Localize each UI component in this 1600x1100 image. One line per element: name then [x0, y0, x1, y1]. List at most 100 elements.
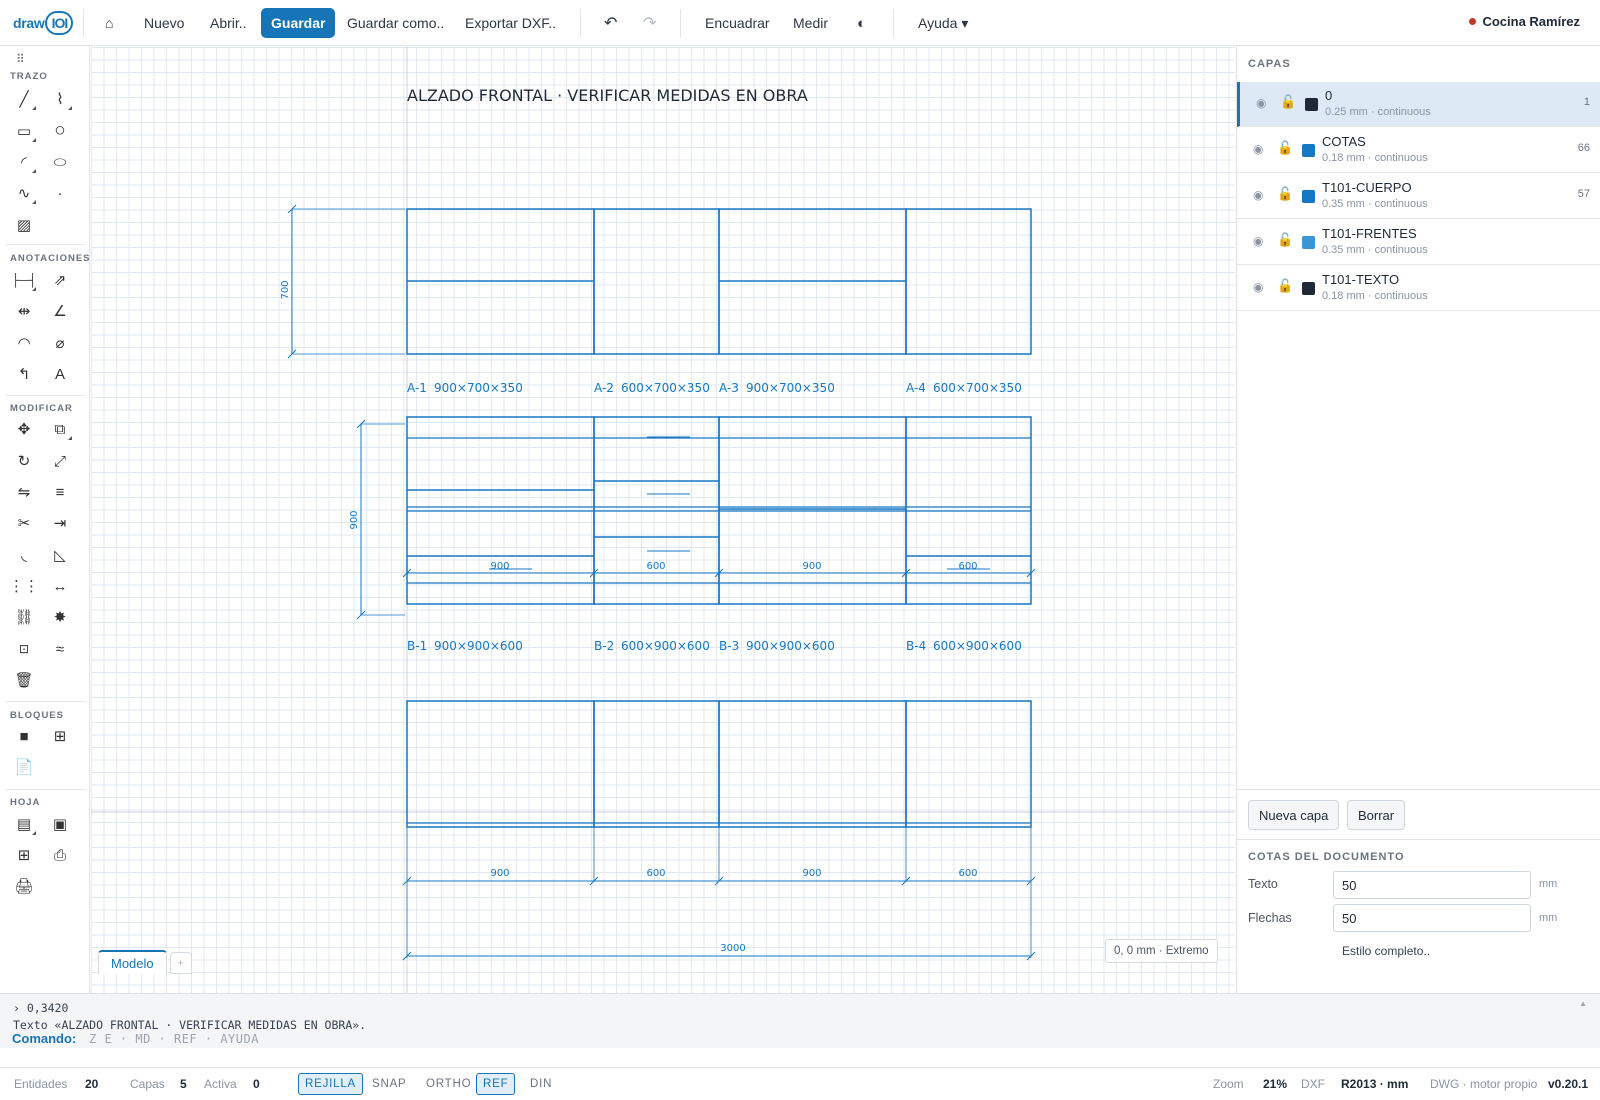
viewport-icon[interactable]: ▣ — [46, 811, 74, 837]
cad-drawing: ALZADO FRONTAL · VERIFICAR MEDIDAS EN OB… — [91, 47, 1235, 993]
lock-icon[interactable]: 🔓 — [1277, 140, 1293, 156]
leader-icon[interactable]: ↰ — [10, 361, 38, 387]
array-icon[interactable]: ⋮⋮ — [9, 573, 39, 599]
new-layer-button[interactable]: Nueva capa — [1248, 800, 1340, 830]
extend-icon[interactable]: ⇥ — [46, 510, 74, 536]
layer-color-swatch[interactable] — [1305, 98, 1318, 111]
toggle-rejilla[interactable]: REJILLA — [298, 1073, 363, 1095]
copy-icon[interactable]: ⧉ — [46, 416, 74, 442]
offset-icon[interactable]: ≡ — [46, 479, 74, 505]
visibility-eye-icon[interactable]: ◉ — [1253, 280, 1263, 294]
text-size-input[interactable] — [1333, 871, 1531, 899]
lock-icon[interactable]: 🔓 — [1277, 186, 1293, 202]
save-as-button[interactable]: Guardar como.. — [347, 8, 444, 38]
measure-button[interactable]: Medir — [793, 8, 828, 38]
join-icon[interactable]: ⛓ — [10, 604, 38, 630]
app-logo[interactable]: draw IOI — [13, 10, 74, 36]
layer-row[interactable]: ◉ 🔓 COTAS 0.18 mm · continuous 66 — [1237, 128, 1600, 173]
arc-tool-icon[interactable]: ◜ — [10, 149, 38, 175]
logo-word: draw — [13, 15, 45, 31]
circle-tool-icon[interactable]: ○ — [46, 118, 74, 144]
layer-row[interactable]: ◉ 🔓 0 0.25 mm · continuous 1 — [1237, 82, 1600, 127]
move-icon[interactable]: ✥ — [10, 416, 38, 442]
project-indicator[interactable]: Cocina Ramírez — [1469, 14, 1580, 29]
command-label: Comando: — [12, 1031, 77, 1046]
lock-icon[interactable]: 🔓 — [1277, 278, 1293, 294]
rotate-icon[interactable]: ↻ — [10, 448, 38, 474]
block-insert-icon[interactable]: ⊞ — [46, 723, 74, 749]
new-button[interactable]: Nuevo — [144, 8, 184, 38]
linear-dimension-icon[interactable]: ├─┤ — [10, 267, 38, 293]
contrast-icon[interactable]: ◐ — [857, 8, 866, 38]
block-library-icon[interactable]: 📄 — [10, 754, 38, 780]
add-layout-button[interactable]: + — [169, 952, 192, 974]
horizontal-dimension-icon[interactable]: ⇹ — [10, 298, 38, 324]
arrow-size-label: Flechas — [1248, 911, 1292, 925]
visibility-eye-icon[interactable]: ◉ — [1253, 142, 1263, 156]
arc-length-icon[interactable]: ◠ — [10, 330, 38, 356]
layer-row[interactable]: ◉ 🔓 T101-CUERPO 0.35 mm · continuous 57 — [1237, 174, 1600, 219]
export-dxf-button[interactable]: Exportar DXF.. — [465, 8, 556, 38]
tab-model[interactable]: Modelo — [98, 950, 167, 974]
explode-icon[interactable]: ✸ — [46, 604, 74, 630]
scale-icon[interactable]: ⤢ — [46, 448, 74, 474]
toggle-ref[interactable]: REF — [476, 1073, 516, 1095]
delete-layer-button[interactable]: Borrar — [1347, 800, 1406, 830]
layer-color-swatch[interactable] — [1302, 282, 1315, 295]
block-define-icon[interactable]: ■ — [10, 723, 38, 749]
lock-icon[interactable]: 🔓 — [1277, 232, 1293, 248]
fit-view-button[interactable]: Encuadrar — [705, 8, 770, 38]
rectangle-tool-icon[interactable]: ▭ — [10, 118, 38, 144]
stretch-icon[interactable]: ↔ — [46, 573, 74, 599]
spline-tool-icon[interactable]: ∿ — [10, 180, 38, 206]
angular-dimension-icon[interactable]: ∠ — [46, 298, 74, 324]
title-block-icon[interactable]: ⊞ — [10, 842, 38, 868]
trim-icon[interactable]: ✂ — [10, 510, 38, 536]
line-tool-icon[interactable]: ╱ — [10, 86, 38, 112]
hatch-tool-icon[interactable]: ▨ — [10, 212, 38, 238]
base-width-label: 600 — [958, 561, 977, 572]
layer-color-swatch[interactable] — [1302, 236, 1315, 249]
collapse-console-icon[interactable]: ▲ — [1579, 999, 1587, 1008]
drawing-canvas[interactable]: ALZADO FRONTAL · VERIFICAR MEDIDAS EN OB… — [91, 47, 1235, 993]
layer-row[interactable]: ◉ 🔓 T101-TEXTO 0.18 mm · continuous — [1237, 266, 1600, 311]
aligned-dimension-icon[interactable]: ⇗ — [46, 267, 74, 293]
redo-icon[interactable]: ↷ — [643, 8, 656, 38]
sheet-layout-icon[interactable]: ▤ — [10, 811, 38, 837]
mirror-icon[interactable]: ⇋ — [10, 479, 38, 505]
visibility-eye-icon[interactable]: ◉ — [1253, 188, 1263, 202]
save-button[interactable]: Guardar — [261, 8, 336, 38]
polyline-tool-icon[interactable]: ⌇ — [46, 86, 74, 112]
home-icon[interactable]: ⌂ — [105, 8, 113, 38]
toggle-din[interactable]: DIN — [524, 1073, 558, 1095]
visibility-eye-icon[interactable]: ◉ — [1256, 96, 1266, 110]
toggle-ortho[interactable]: ORTHO — [420, 1073, 477, 1095]
drag-handle-icon[interactable]: ⠿ — [16, 52, 25, 66]
help-menu[interactable]: Ayuda ▾ — [918, 8, 968, 38]
command-input[interactable]: Z E · MD · REF · AYUDA — [89, 1032, 259, 1046]
layers-count-label: Capas — [130, 1077, 165, 1091]
command-prompt[interactable]: Comando: Z E · MD · REF · AYUDA — [0, 1031, 1600, 1049]
break-icon[interactable]: ≈ — [46, 636, 74, 662]
point-tool-icon[interactable]: · — [46, 180, 74, 206]
chamfer-icon[interactable]: ◺ — [46, 542, 74, 568]
undo-icon[interactable]: ↶ — [604, 8, 617, 38]
export-pdf-icon[interactable]: ⎙ — [46, 842, 74, 868]
fillet-icon[interactable]: ◟ — [10, 542, 38, 568]
toggle-snap[interactable]: SNAP — [366, 1073, 413, 1095]
layer-row[interactable]: ◉ 🔓 T101-FRENTES 0.35 mm · continuous — [1237, 220, 1600, 265]
ellipse-tool-icon[interactable]: ⬭ — [46, 149, 74, 175]
group-icon[interactable]: ⊡ — [10, 636, 38, 662]
layer-color-swatch[interactable] — [1302, 144, 1315, 157]
layer-color-swatch[interactable] — [1302, 190, 1315, 203]
visibility-eye-icon[interactable]: ◉ — [1253, 234, 1263, 248]
diameter-dimension-icon[interactable]: ⌀ — [46, 330, 74, 356]
text-tool-icon[interactable]: A — [46, 361, 74, 387]
open-button[interactable]: Abrir.. — [210, 8, 247, 38]
unit-code: A-4 — [906, 381, 926, 395]
full-style-link[interactable]: Estilo completo.. — [1342, 944, 1430, 958]
print-icon[interactable]: 🖨 — [10, 873, 38, 899]
arrow-size-input[interactable] — [1333, 904, 1531, 932]
delete-icon[interactable]: 🗑 — [10, 667, 38, 693]
lock-icon[interactable]: 🔓 — [1280, 94, 1296, 110]
